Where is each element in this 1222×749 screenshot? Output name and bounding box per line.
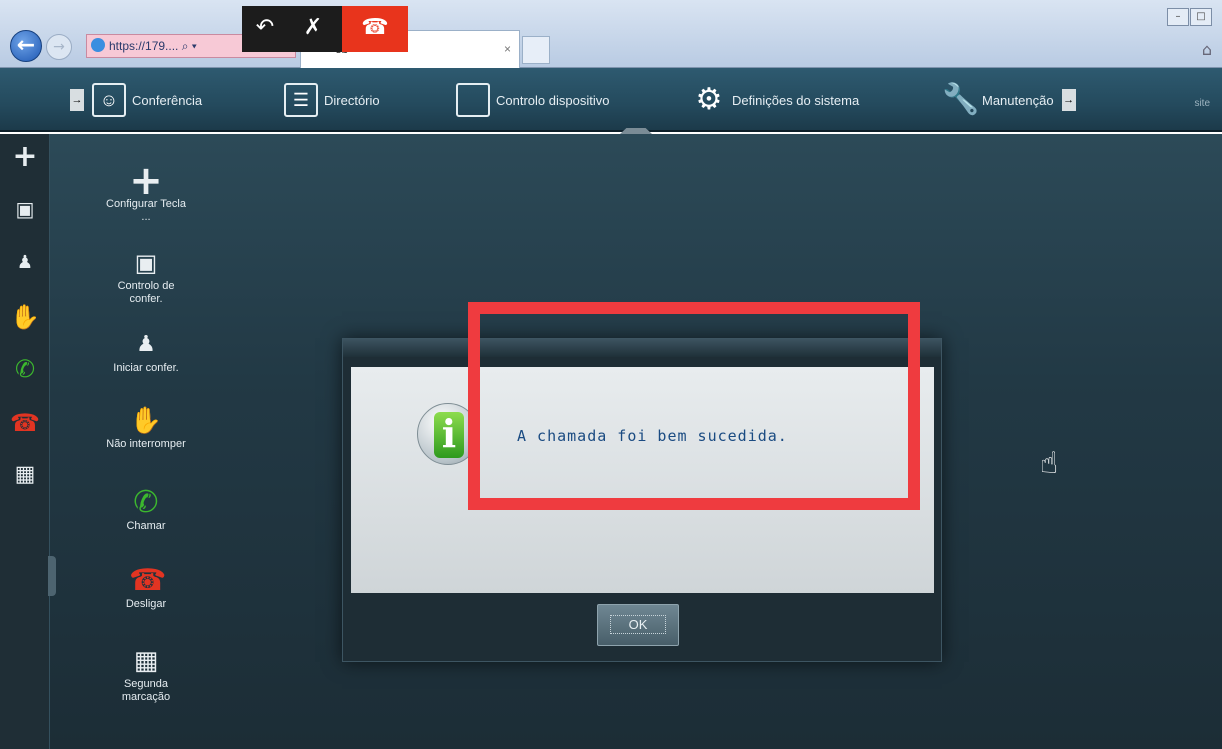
- back-arrow-icon[interactable]: ←: [10, 30, 42, 62]
- browser-toolbar: ← → https://179.... ⌕ ▾ eb × –□ ⌂: [0, 0, 1222, 68]
- forward-arrow-icon[interactable]: →: [46, 34, 72, 60]
- ok-label: OK: [609, 615, 667, 634]
- phone-hangup-icon: ☎: [129, 563, 167, 598]
- nav-label: Manutenção: [982, 92, 1054, 108]
- phone-hangup-icon[interactable]: ☎: [10, 408, 40, 438]
- hangup-button[interactable]: ☎: [342, 6, 408, 52]
- func-label: Desligar: [125, 598, 167, 610]
- start-conference-icon[interactable]: ♟: [10, 248, 40, 278]
- func-controlo-confer[interactable]: ▣ Controlo de confer.: [100, 246, 192, 306]
- func-desligar[interactable]: ☎ Desligar: [100, 564, 192, 611]
- search-hint: [820, 30, 1000, 44]
- nav-definicoes-sistema[interactable]: ⚙ Definições do sistema: [692, 68, 860, 132]
- exit-icon[interactable]: →: [70, 89, 84, 111]
- func-segunda-marcacao[interactable]: ▦ Segunda marcação: [100, 644, 192, 704]
- ie-icon: [91, 38, 105, 52]
- nav-label: Conferência: [132, 92, 203, 108]
- wrench-icon: 🔧: [942, 83, 980, 116]
- address-text: https://179....: [109, 39, 179, 53]
- logout-icon[interactable]: →: [1061, 89, 1076, 111]
- func-label: Segunda marcação: [121, 678, 171, 703]
- home-icon[interactable]: ⌂: [1202, 40, 1212, 59]
- func-iniciar-confer[interactable]: ♟ Iniciar confer.: [100, 328, 192, 375]
- keypad-icon: ▦: [133, 646, 159, 676]
- window-controls: – □: [1166, 4, 1216, 26]
- call-toolbar: ↶ ✗ ☎: [242, 6, 408, 52]
- app-header: → ☺ Conferência ☰ Directório Controlo di…: [0, 68, 1222, 132]
- return-icon[interactable]: ↶: [242, 6, 288, 52]
- phone-call-icon: ✆: [133, 485, 159, 520]
- conference-control-icon[interactable]: ▣: [10, 194, 40, 224]
- hand-cursor-icon: ☝: [1040, 446, 1059, 481]
- func-chamar[interactable]: ✆ Chamar: [100, 486, 192, 533]
- nav-controlo-dispositivo[interactable]: Controlo dispositivo: [456, 68, 609, 132]
- func-label: Iniciar confer.: [113, 362, 179, 374]
- maximize-icon[interactable]: □: [1190, 8, 1212, 26]
- func-label: Configurar Tecla ...: [106, 198, 186, 223]
- directory-icon: ☰: [284, 83, 318, 117]
- conference-control-icon: ▣: [134, 249, 158, 277]
- mic-mute-icon[interactable]: ✗: [290, 6, 336, 52]
- hand-icon: ✋: [129, 406, 163, 436]
- ok-button[interactable]: OK: [597, 604, 679, 646]
- nav-label: Directório: [324, 92, 380, 108]
- minimize-icon[interactable]: –: [1167, 8, 1189, 26]
- left-rail: + ▣ ♟ ✋ ✆ ☎ ▦: [0, 134, 50, 749]
- func-label: Chamar: [126, 520, 166, 532]
- nav-directorio[interactable]: ☰ Directório: [284, 68, 380, 132]
- func-configurar-tecla[interactable]: + Configurar Tecla ...: [100, 158, 192, 224]
- phone-call-icon[interactable]: ✆: [10, 354, 40, 384]
- new-tab-button[interactable]: [522, 36, 550, 64]
- nav-label: Definições do sistema: [732, 92, 860, 108]
- nav-conferencia[interactable]: → ☺ Conferência: [62, 68, 202, 132]
- func-label: Não interromper: [106, 438, 186, 450]
- keypad-icon[interactable]: ▦: [10, 460, 40, 490]
- nav-manutencao[interactable]: 🔧 Manutenção →: [942, 68, 1084, 132]
- plus-icon[interactable]: +: [10, 142, 40, 172]
- address-search-dropdown[interactable]: ⌕ ▾: [182, 39, 197, 53]
- conference-icon: ☺: [92, 83, 126, 117]
- hand-icon[interactable]: ✋: [10, 302, 40, 332]
- monitor-icon: [456, 83, 490, 117]
- func-label: Controlo de confer.: [117, 280, 175, 305]
- close-icon[interactable]: ×: [504, 31, 511, 67]
- nav-label: Controlo dispositivo: [496, 92, 610, 108]
- rail-collapse-handle[interactable]: [48, 556, 56, 596]
- plus-icon: +: [129, 158, 163, 204]
- highlight-box: [468, 302, 920, 510]
- site-label: site: [1194, 98, 1210, 109]
- func-nao-interromper[interactable]: ✋ Não interromper: [100, 404, 192, 451]
- phone-hangup-icon: ☎: [361, 15, 389, 40]
- gear-icon: ⚙: [695, 83, 723, 116]
- start-conference-icon: ♟: [136, 332, 156, 357]
